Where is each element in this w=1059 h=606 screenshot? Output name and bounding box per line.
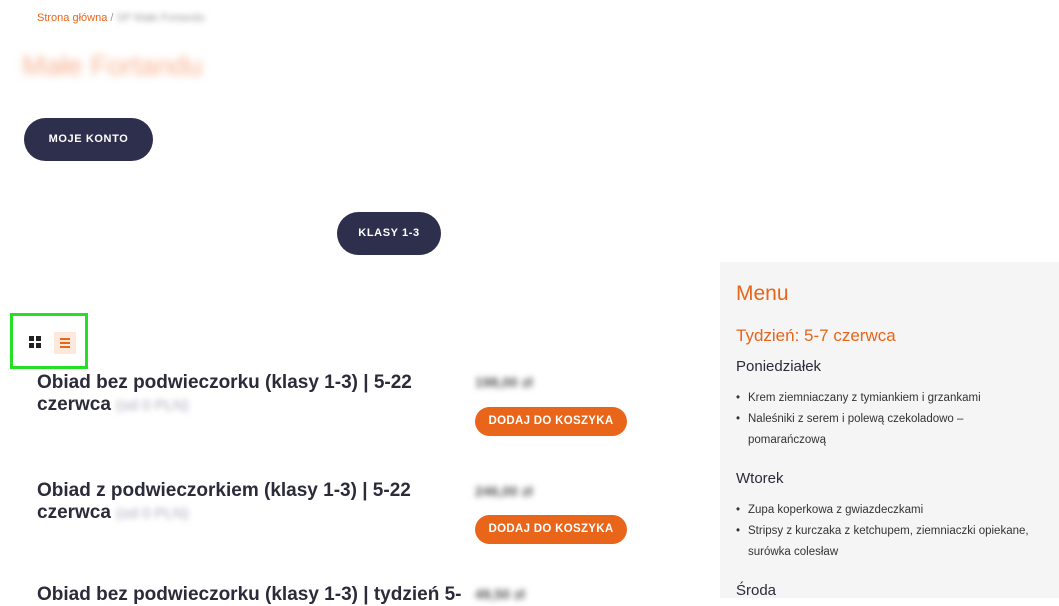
- menu-day-heading: Wtorek: [736, 470, 784, 487]
- menu-day-heading: Poniedziałek: [736, 358, 822, 375]
- product-subtitle: (od 0 PLN): [116, 505, 189, 522]
- list-view-icon[interactable]: [54, 332, 76, 354]
- product-price: 198,00 zł: [475, 374, 533, 390]
- menu-sidebar: Menu Tydzień: 5-7 czerwca Poniedziałek K…: [720, 262, 1059, 599]
- grade-filter-button[interactable]: KLASY 1-3: [337, 212, 441, 255]
- menu-dish: Naleśniki z serem i polewą czekoladowo –…: [736, 409, 1041, 451]
- product-name[interactable]: Obiad bez podwieczorku (klasy 1-3) | tyd…: [37, 584, 461, 605]
- product-title[interactable]: Obiad z podwieczorkiem (klasy 1-3) | 5-2…: [37, 480, 437, 525]
- my-account-button[interactable]: MOJE KONTO: [24, 118, 153, 161]
- menu-day-list: Krem ziemniaczany z tymiankiem i grzanka…: [736, 388, 1041, 451]
- product-title[interactable]: Obiad bez podwieczorku (klasy 1-3) | tyd…: [37, 584, 467, 606]
- product-name[interactable]: Obiad z podwieczorkiem (klasy 1-3) | 5-2…: [37, 480, 411, 523]
- menu-dish: Krem ziemniaczany z tymiankiem i grzanka…: [736, 388, 1041, 409]
- add-to-cart-button[interactable]: DODAJ DO KOSZYKA: [475, 515, 627, 544]
- menu-week-heading: Tydzień: 5-7 czerwca: [736, 326, 896, 345]
- menu-dish: Stripsy z kurczaka z ketchupem, ziemniac…: [736, 521, 1041, 563]
- page-title: Małe Fortandu: [22, 50, 203, 81]
- menu-day-heading: Środa: [736, 582, 777, 599]
- product-title[interactable]: Obiad bez podwieczorku (klasy 1-3) | 5-2…: [37, 372, 437, 417]
- breadcrumb-home-link[interactable]: Strona główna: [37, 12, 107, 24]
- breadcrumb-separator: /: [107, 12, 117, 24]
- view-mode-toggle: [10, 313, 88, 369]
- product-price: 246,00 zł: [475, 483, 533, 499]
- add-to-cart-button[interactable]: DODAJ DO KOSZYKA: [475, 407, 627, 436]
- menu-dish: Zupa koperkowa z gwiazdeczkami: [736, 500, 1041, 521]
- menu-day-list: Zupa koperkowa z gwiazdeczkami Stripsy z…: [736, 500, 1041, 563]
- breadcrumb: Strona główna / SP Małe Fortandu: [37, 12, 205, 24]
- product-name[interactable]: Obiad bez podwieczorku (klasy 1-3) | 5-2…: [37, 372, 412, 415]
- product-subtitle: (od 0 PLN): [116, 397, 189, 414]
- menu-title: Menu: [736, 282, 789, 305]
- breadcrumb-current: SP Małe Fortandu: [116, 12, 205, 24]
- grid-view-icon[interactable]: [29, 336, 42, 349]
- product-price: 49,50 zł: [475, 586, 525, 602]
